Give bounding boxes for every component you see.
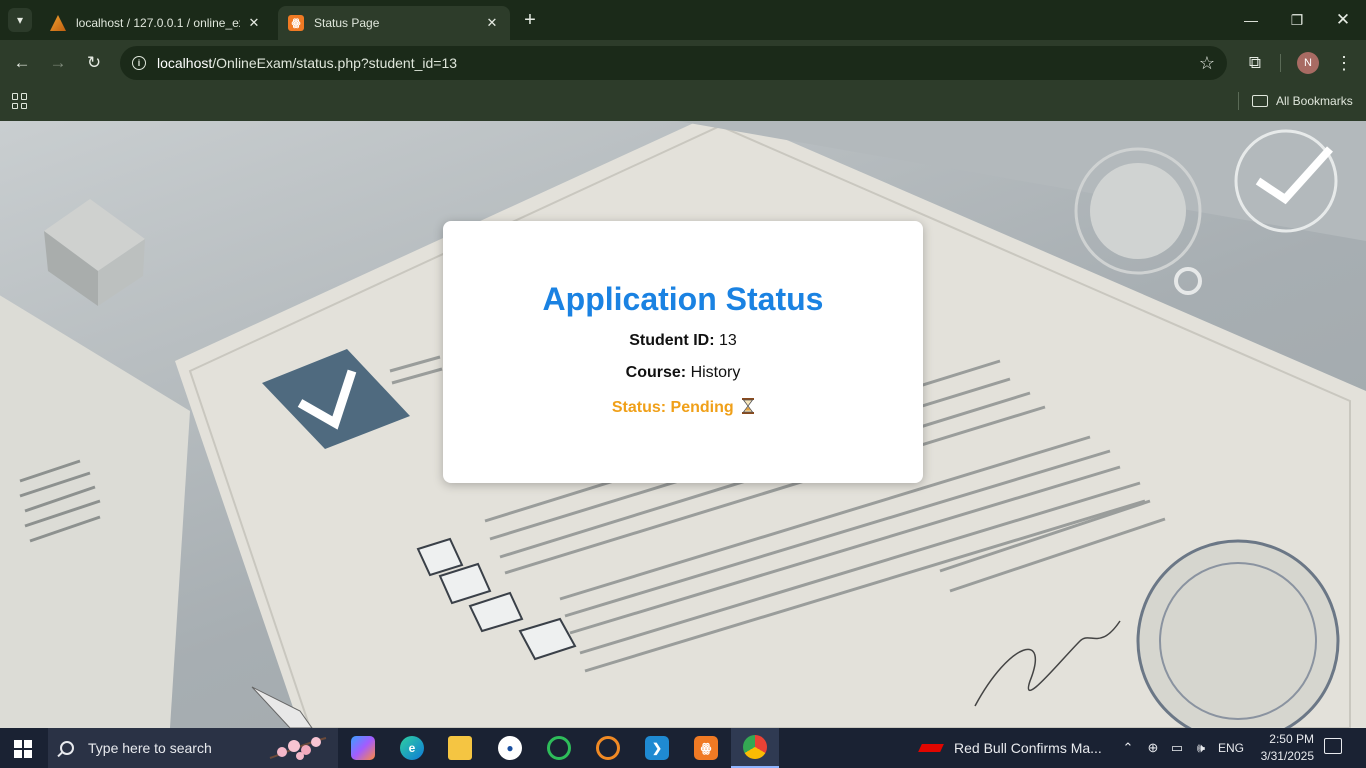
copilot-icon bbox=[351, 736, 375, 760]
app-icon: ● bbox=[498, 736, 522, 760]
taskbar-clock[interactable]: 2:50 PM 3/31/2025 bbox=[1248, 731, 1314, 765]
edge-app-button[interactable]: e bbox=[388, 728, 436, 768]
tab-title: localhost / 127.0.0.1 / online_exam bbox=[76, 16, 240, 30]
news-widget[interactable]: Red Bull Confirms Ma... bbox=[918, 728, 1102, 768]
folder-icon bbox=[1252, 95, 1268, 107]
xampp-icon: ꙮ bbox=[288, 15, 304, 31]
status-card: Application Status Student ID: 13 Course… bbox=[443, 221, 923, 483]
chrome-app-button[interactable] bbox=[731, 728, 779, 768]
close-tab-icon[interactable]: ✕ bbox=[484, 15, 500, 31]
status-text: Status: Pending bbox=[611, 399, 734, 416]
language-indicator[interactable]: ENG bbox=[1216, 728, 1246, 768]
tab-status-page[interactable]: ꙮ Status Page ✕ bbox=[278, 6, 510, 40]
student-id-row: Student ID: 13 bbox=[443, 332, 923, 350]
app-icon bbox=[547, 736, 571, 760]
reload-icon[interactable]: ↻ bbox=[81, 50, 107, 76]
course-value: History bbox=[690, 364, 741, 381]
vscode-icon: ❯ bbox=[645, 736, 669, 760]
toolbar-divider bbox=[1280, 54, 1281, 72]
site-info-icon[interactable]: i bbox=[132, 56, 146, 70]
course-row: Course: History bbox=[443, 364, 923, 382]
menu-icon[interactable]: ⋮ bbox=[1332, 51, 1356, 75]
all-bookmarks-button[interactable]: All Bookmarks bbox=[1252, 92, 1353, 110]
xampp-icon: ꙮ bbox=[694, 736, 718, 760]
tab-strip: ▾ localhost / 127.0.0.1 / online_exam ✕ … bbox=[0, 0, 1366, 40]
student-id-label: Student ID: bbox=[629, 332, 715, 349]
forward-icon[interactable]: → bbox=[45, 50, 71, 76]
close-window-icon[interactable]: ✕ bbox=[1320, 0, 1366, 40]
status-badge: Status: Pending bbox=[443, 398, 923, 417]
search-placeholder: Type here to search bbox=[88, 740, 212, 756]
search-icon bbox=[60, 741, 74, 755]
windows-start-icon[interactable] bbox=[14, 740, 32, 758]
app-icon bbox=[596, 736, 620, 760]
extensions-icon[interactable]: ⧉ bbox=[1243, 51, 1267, 75]
notifications-icon[interactable] bbox=[1324, 738, 1342, 754]
all-bookmarks-label: All Bookmarks bbox=[1276, 94, 1353, 108]
volume-icon[interactable]: 🕪 bbox=[1190, 728, 1212, 768]
page-title: Application Status bbox=[542, 281, 824, 317]
bookmarks-divider bbox=[1238, 92, 1239, 110]
taskbar-app-button[interactable]: ● bbox=[486, 728, 534, 768]
new-tab-button[interactable]: + bbox=[518, 8, 542, 32]
minimize-icon[interactable]: — bbox=[1228, 0, 1274, 40]
file-explorer-icon bbox=[448, 736, 472, 760]
url-text[interactable]: localhost/OnlineExam/status.php?student_… bbox=[157, 55, 457, 71]
bookmark-star-icon[interactable]: ☆ bbox=[1199, 53, 1215, 74]
clock-date: 3/31/2025 bbox=[1260, 749, 1314, 763]
network-icon[interactable]: ⊕ bbox=[1142, 728, 1164, 768]
copilot-app-button[interactable] bbox=[339, 728, 387, 768]
back-icon[interactable]: ← bbox=[9, 50, 35, 76]
news-headline: Red Bull Confirms Ma... bbox=[954, 740, 1102, 756]
show-hidden-icons[interactable]: ⌃ bbox=[1118, 728, 1138, 768]
taskbar-search[interactable]: Type here to search bbox=[48, 728, 338, 768]
page-viewport: Application Status Student ID: 13 Course… bbox=[0, 121, 1366, 728]
vscode-app-button[interactable]: ❯ bbox=[633, 728, 681, 768]
hourglass-icon bbox=[742, 398, 755, 414]
clock-time: 2:50 PM bbox=[1269, 732, 1314, 746]
close-tab-icon[interactable]: ✕ bbox=[246, 15, 262, 31]
profile-avatar[interactable]: N bbox=[1297, 52, 1319, 74]
browser-toolbar: ← → ↻ i localhost/OnlineExam/status.php?… bbox=[0, 40, 1366, 86]
edge-icon: e bbox=[400, 736, 424, 760]
bookmarks-bar bbox=[0, 86, 1366, 121]
restore-icon[interactable]: ❐ bbox=[1274, 0, 1320, 40]
blossom-icon bbox=[269, 737, 327, 760]
tab-phpmyadmin[interactable]: localhost / 127.0.0.1 / online_exam ✕ bbox=[40, 6, 272, 40]
chrome-icon bbox=[743, 735, 767, 759]
address-bar[interactable]: i localhost/OnlineExam/status.php?studen… bbox=[120, 46, 1227, 80]
apps-grid-icon[interactable] bbox=[12, 93, 28, 109]
phpmyadmin-icon bbox=[50, 15, 66, 31]
tab-search-button[interactable]: ▾ bbox=[8, 8, 32, 32]
taskbar-app-button[interactable] bbox=[584, 728, 632, 768]
taskbar-app-button[interactable] bbox=[535, 728, 583, 768]
xampp-app-button[interactable]: ꙮ bbox=[682, 728, 730, 768]
file-explorer-button[interactable] bbox=[436, 728, 484, 768]
course-label: Course: bbox=[625, 364, 687, 381]
battery-icon[interactable]: ▭ bbox=[1166, 728, 1188, 768]
tab-title: Status Page bbox=[314, 16, 380, 30]
f1-logo-icon bbox=[918, 744, 944, 752]
student-id-value: 13 bbox=[718, 332, 737, 349]
